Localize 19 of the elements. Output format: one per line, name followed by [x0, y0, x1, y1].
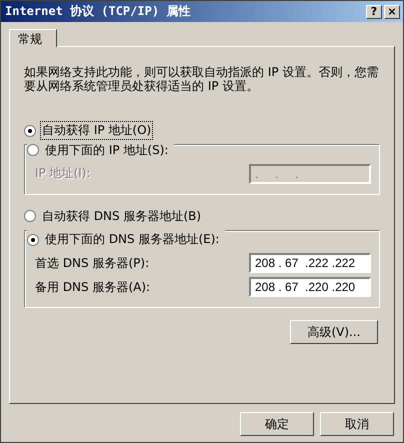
tab[interactable]: 常规: [9, 29, 57, 47]
field-label: 首选 DNS 服务器(P):: [35, 254, 150, 272]
ip-address-field[interactable]: 208 . 67 .220 .220: [249, 277, 371, 297]
radio-button[interactable]: [27, 234, 39, 246]
help-button[interactable]: ?: [366, 4, 382, 18]
advanced-button[interactable]: 高级(V)...: [290, 320, 378, 344]
field-label: 备用 DNS 服务器(A):: [35, 278, 150, 296]
close-button[interactable]: ×: [384, 4, 400, 18]
radio-label[interactable]: 自动获得 DNS 服务器地址(B): [40, 206, 204, 226]
radio-button[interactable]: [27, 144, 39, 156]
window-title: Internet 协议 (TCP/IP) 属性: [5, 3, 192, 20]
field-label: IP 地址(I):: [35, 165, 91, 182]
radio-button[interactable]: [24, 124, 36, 136]
ok-button[interactable]: 确定: [240, 412, 314, 436]
radio-label[interactable]: 自动获得 IP 地址(O): [40, 121, 154, 140]
description-text: 如果网络支持此功能，则可以获取自动指派的 IP 设置。否则，您需要从网络系统管理员处获得适当的 IP 设置。: [24, 65, 380, 93]
cancel-button[interactable]: 取消: [320, 412, 394, 436]
radio-button[interactable]: [24, 210, 36, 222]
ip-address-field[interactable]: 208 . 67 .222 .222: [249, 253, 371, 273]
